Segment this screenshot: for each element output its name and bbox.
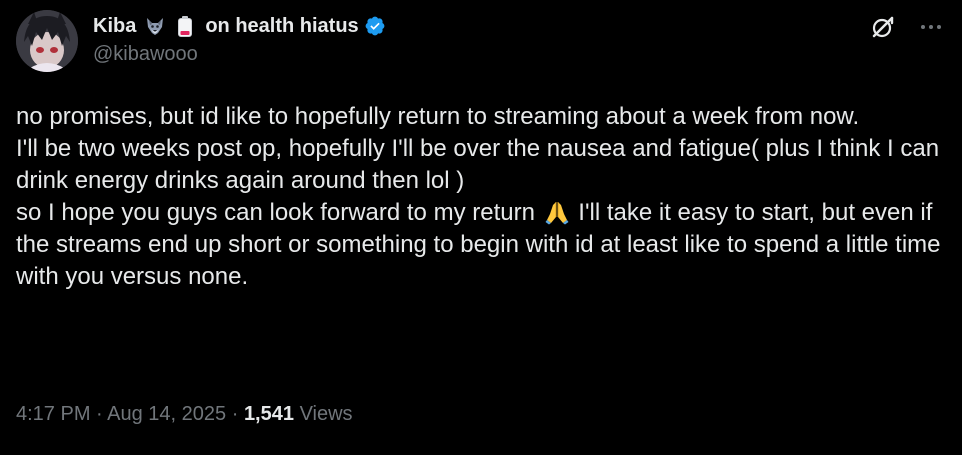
tweet: Kiba on health hiatus @kibawooo no promi… [0,0,962,455]
views-label[interactable]: Views [300,403,353,425]
display-name-suffix[interactable]: on health hiatus [205,15,358,38]
tweet-text-line-3: so I hope you guys can look forward to m… [16,197,946,293]
tweet-time[interactable]: 4:17 PM [16,403,90,425]
avatar[interactable] [16,10,78,72]
tweet-meta: 4:17 PM · Aug 14, 2025 · 1,541 Views [16,403,353,426]
display-name[interactable]: Kiba [93,15,136,38]
grok-icon[interactable] [870,14,896,40]
meta-separator-2: · [226,403,244,425]
tweet-date[interactable]: Aug 14, 2025 [107,403,226,425]
more-options-icon[interactable] [918,14,944,40]
tweet-text: no promises, but id like to hopefully re… [16,101,946,293]
views-count[interactable]: 1,541 [244,403,294,425]
tweet-top-actions [870,14,944,40]
tweet-text-line-3-start: so I hope you guys can look forward to m… [16,199,542,226]
tweet-text-line-2: I'll be two weeks post op, hopefully I'l… [16,135,946,194]
wolf-emoji-icon [144,15,166,37]
author-name-row[interactable]: Kiba on health hiatus [93,13,386,39]
verified-badge-icon[interactable] [364,15,386,37]
author-handle[interactable]: @kibawooo [93,43,386,66]
tweet-header: Kiba on health hiatus @kibawooo [93,13,386,66]
folded-hands-emoji-icon [544,199,570,225]
low-battery-emoji-icon [174,15,196,37]
meta-separator-1: · [90,403,108,425]
tweet-text-line-1: no promises, but id like to hopefully re… [16,103,860,130]
